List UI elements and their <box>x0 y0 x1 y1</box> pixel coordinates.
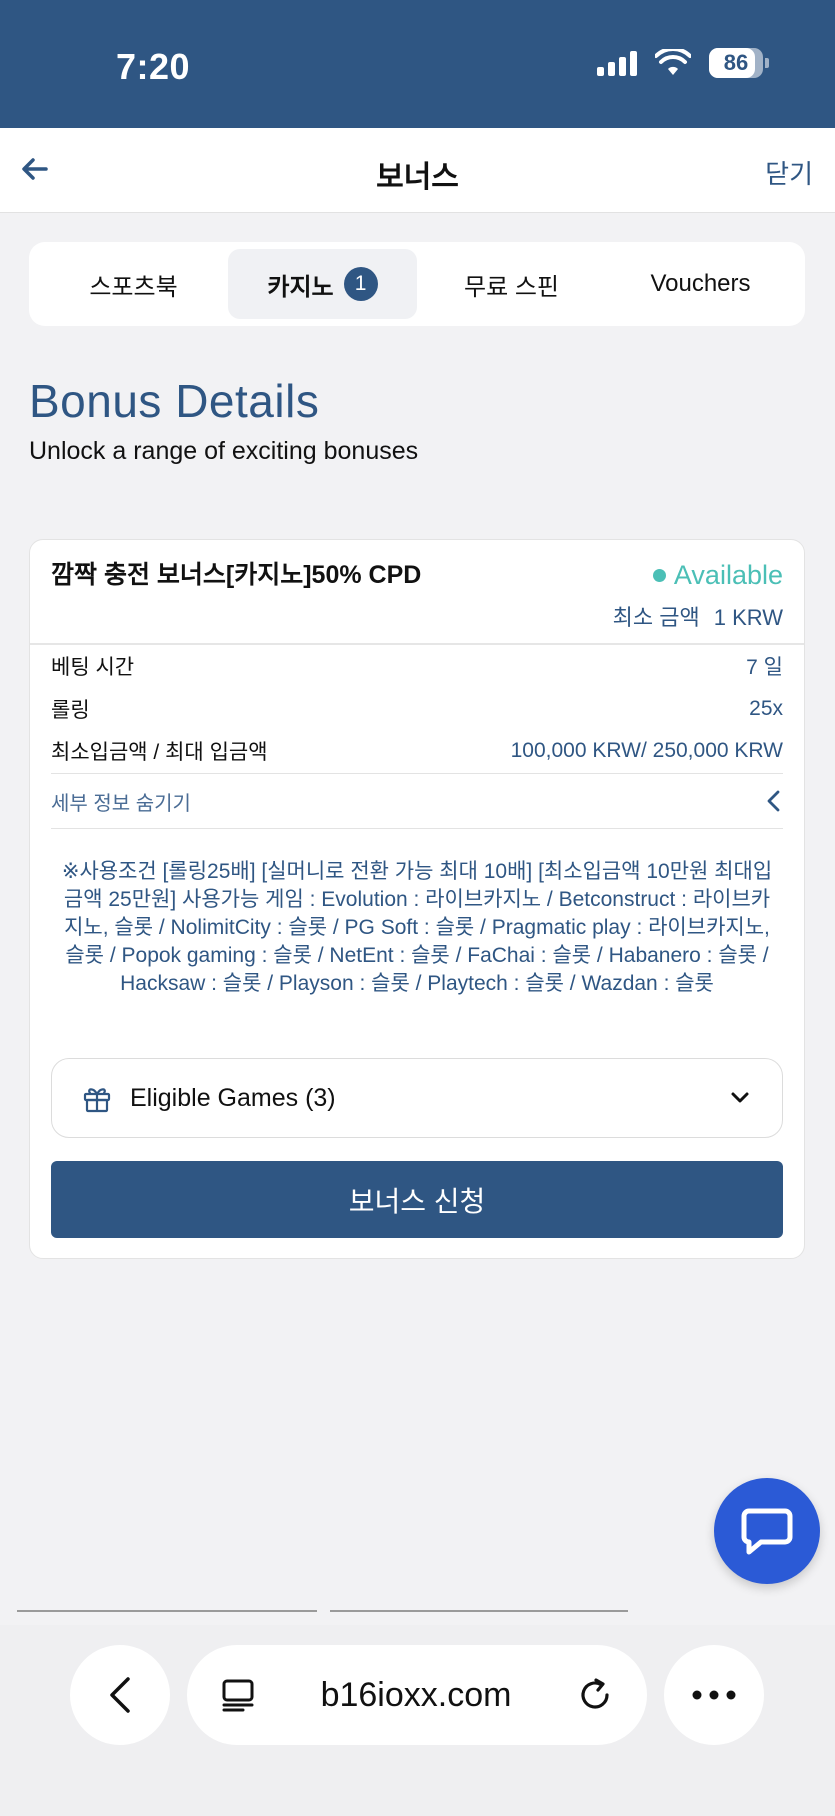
detail-row-betting-time: 베팅 시간 7 일 <box>51 648 783 684</box>
tab-casino[interactable]: 카지노 1 <box>228 249 417 319</box>
status-icons: 86 <box>597 48 769 78</box>
tab-free-spins[interactable]: 무료 스핀 <box>417 249 606 319</box>
status-badge: Available <box>652 560 783 591</box>
apply-bonus-button[interactable]: 보너스 신청 <box>51 1161 783 1238</box>
reload-icon[interactable] <box>577 1677 613 1713</box>
close-button[interactable]: 닫기 <box>765 154 813 191</box>
tab-label: 무료 스핀 <box>464 273 559 301</box>
section-subtitle: Unlock a range of exciting bonuses <box>29 437 419 465</box>
reader-mode-icon[interactable] <box>221 1678 255 1712</box>
bonus-title: 깜짝 충전 보너스[카지노]50% CPD <box>51 561 422 589</box>
tab-label: 스포츠북 <box>89 273 178 301</box>
detail-row-rolling: 롤링 25x <box>51 691 783 727</box>
detail-value: 7 일 <box>746 656 783 679</box>
wifi-icon <box>655 49 691 75</box>
status-time: 7:20 <box>116 46 191 87</box>
browser-back-button[interactable] <box>70 1645 170 1745</box>
detail-label: 롤링 <box>51 699 90 722</box>
toggle-label: 세부 정보 숨기기 <box>51 792 191 815</box>
more-dots-icon <box>692 1690 736 1700</box>
status-bar: 7:20 86 <box>0 0 835 128</box>
count-badge: 1 <box>343 267 378 301</box>
detail-label: 베팅 시간 <box>51 656 135 679</box>
browser-toolbar: b16ioxx.com <box>0 1625 835 1816</box>
tab-vouchers[interactable]: Vouchers <box>606 249 795 319</box>
tab-label: 카지노 <box>267 273 334 301</box>
chevron-left-icon <box>110 1677 130 1713</box>
tab-label: Vouchers <box>650 270 751 297</box>
status-dot-icon <box>652 569 666 582</box>
battery-icon: 86 <box>709 48 769 78</box>
detail-row-deposit-range: 최소입금액 / 최대 입금액 100,000 KRW/ 250,000 KRW <box>51 733 783 769</box>
detail-label: 최소입금액 / 최대 입금액 <box>51 741 268 764</box>
bonus-terms: ※사용조건 [롤링25배] [실머니로 전환 가능 최대 10배] [최소입금액… <box>61 860 773 995</box>
nav-bar: 보너스 닫기 <box>0 128 835 213</box>
detail-value: 100,000 KRW/ 250,000 KRW <box>510 739 783 762</box>
chevron-left-icon <box>767 790 780 812</box>
page-title: 보너스 <box>376 161 459 194</box>
min-amount-label: 최소 금액 <box>612 605 700 630</box>
eligible-games-dropdown[interactable]: Eligible Games (3) <box>51 1058 783 1138</box>
status-label: Available <box>673 560 783 590</box>
more-button[interactable] <box>664 1645 764 1745</box>
eligible-games-label: Eligible Games (3) <box>130 1083 336 1112</box>
gift-icon <box>83 1088 111 1113</box>
chat-button[interactable] <box>714 1478 820 1584</box>
bonus-card: 깜짝 충전 보너스[카지노]50% CPD Available 최소 금액 1 K… <box>29 539 805 1259</box>
divider <box>30 643 804 645</box>
section-title: Bonus Details <box>29 375 320 427</box>
min-amount: 최소 금액 1 KRW <box>613 600 783 632</box>
divider <box>17 1610 317 1612</box>
signal-icon <box>597 50 637 76</box>
battery-percent: 86 <box>723 50 749 75</box>
divider <box>330 1610 628 1612</box>
tab-sportsbook[interactable]: 스포츠북 <box>39 249 228 319</box>
detail-value: 25x <box>749 697 783 720</box>
hide-details-toggle[interactable]: 세부 정보 숨기기 <box>51 773 783 829</box>
chat-bubble-icon <box>741 1508 793 1555</box>
bonus-tabs: 스포츠북 카지노 1 무료 스핀 Vouchers <box>29 242 805 326</box>
min-amount-value: 1 KRW <box>713 605 783 630</box>
address-bar[interactable]: b16ioxx.com <box>187 1645 647 1745</box>
url-domain: b16ioxx.com <box>320 1675 512 1714</box>
chevron-down-icon <box>731 1092 749 1103</box>
